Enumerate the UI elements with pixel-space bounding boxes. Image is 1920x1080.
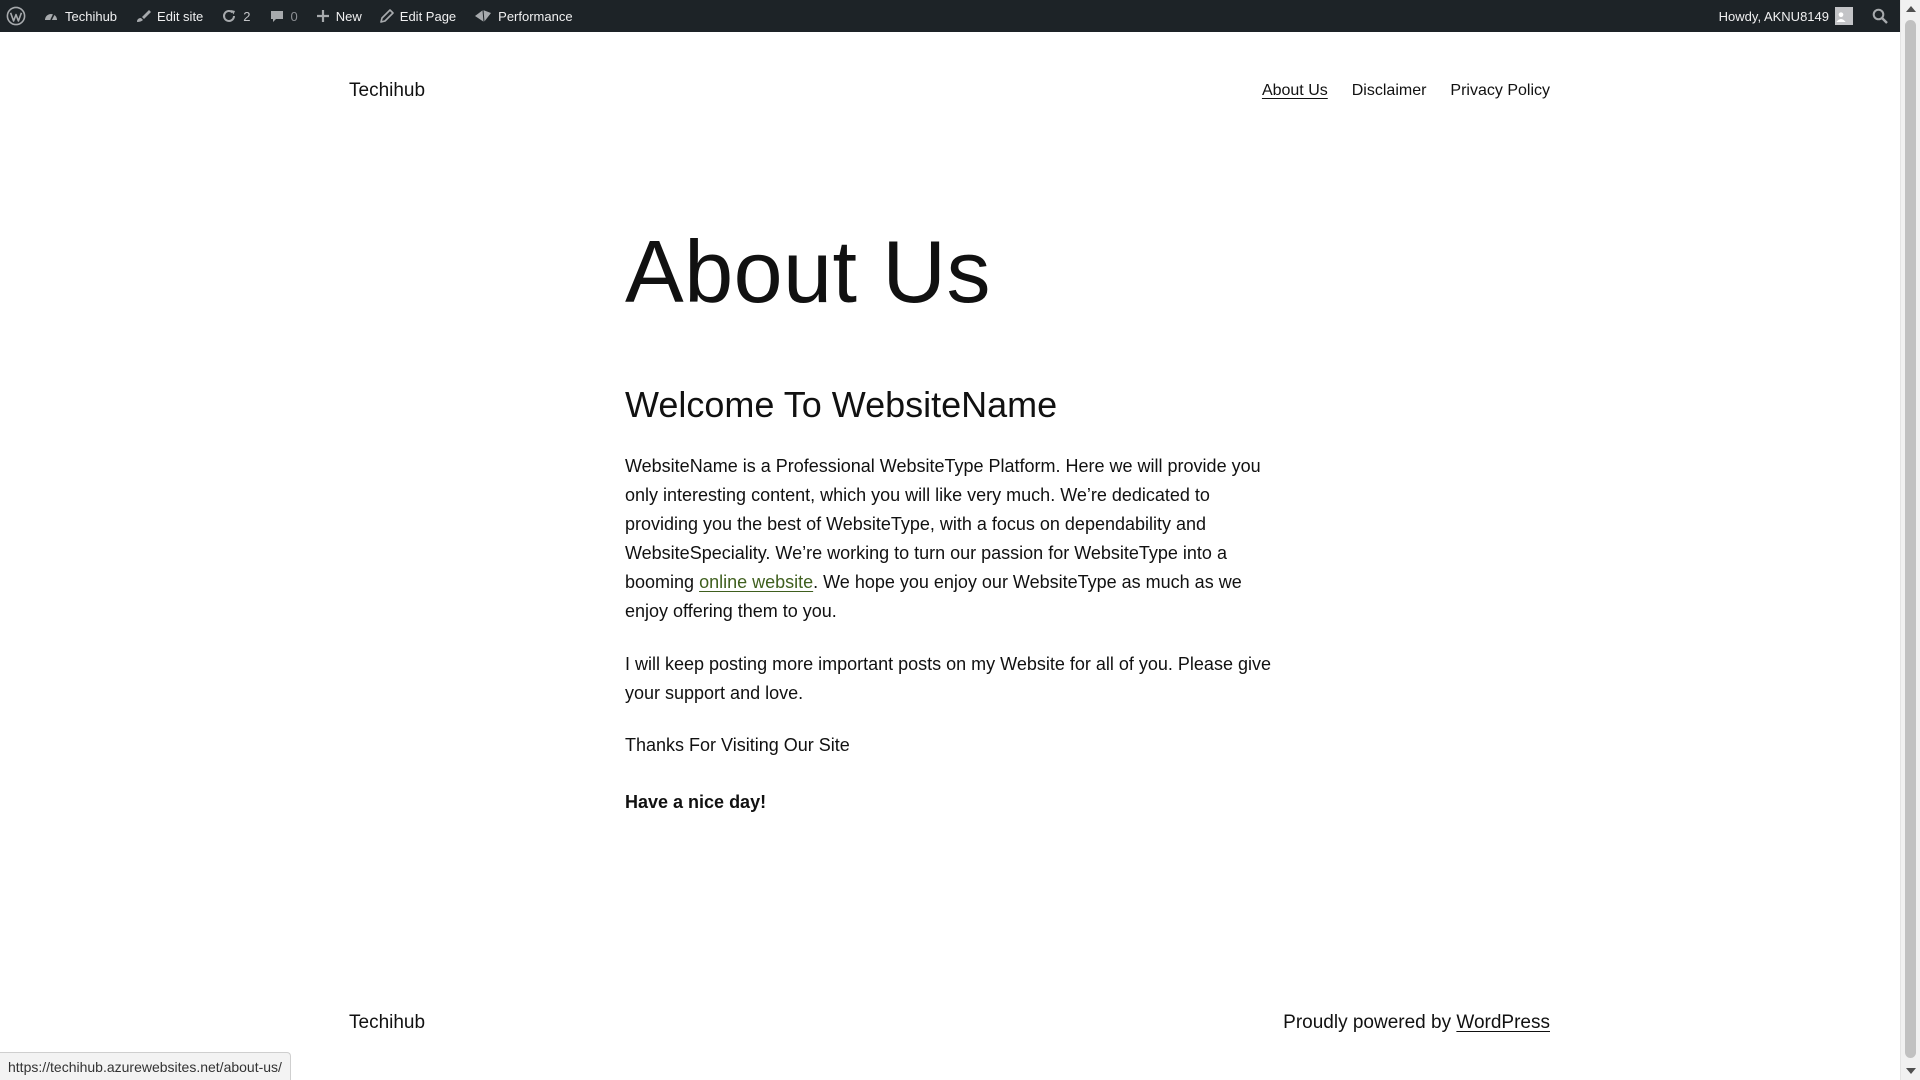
footer-credit: Proudly powered by WordPress (1283, 1012, 1550, 1034)
admin-bar: Techihub Edit site 2 0 New Edit Page Per… (0, 0, 1900, 32)
nav-item-about-us[interactable]: About Us (1262, 82, 1328, 100)
site-name-menu[interactable]: Techihub (34, 0, 126, 32)
scroll-down-arrow-icon[interactable] (1901, 1062, 1920, 1080)
welcome-heading: Welcome To WebsiteName (625, 384, 1058, 425)
edit-page-label: Edit Page (399, 8, 457, 24)
nice-day-paragraph: Have a nice day! (625, 792, 767, 812)
intro-paragraph: WebsiteName is a Professional WebsiteTyp… (625, 452, 1275, 626)
thanks-paragraph: Thanks For Visiting Our Site (625, 735, 850, 755)
page-title: About Us (625, 222, 991, 321)
scrollbar-thumb[interactable] (1905, 20, 1916, 1058)
comments-count: 0 (290, 8, 298, 24)
brush-icon (137, 10, 152, 22)
dashboard-icon (45, 13, 57, 21)
edit-page-button[interactable]: Edit Page (371, 0, 465, 32)
wordpress-logo-icon (6, 6, 26, 26)
new-label: New (335, 8, 362, 24)
updates-count: 2 (243, 8, 251, 24)
status-url-tooltip: https://techihub.azurewebsites.net/about… (0, 1052, 291, 1080)
performance-button[interactable]: Performance (465, 0, 581, 32)
page-scrollbar[interactable] (1900, 0, 1920, 1080)
account-menu[interactable]: Howdy, AKNU8149 (1710, 0, 1862, 32)
updates-button[interactable]: 2 (212, 0, 259, 32)
comment-icon (270, 11, 283, 22)
nav-item-disclaimer[interactable]: Disclaimer (1352, 82, 1427, 100)
plus-icon (316, 10, 329, 22)
support-paragraph: I will keep posting more important posts… (625, 654, 1271, 703)
admin-bar-right: Howdy, AKNU8149 (1710, 0, 1900, 32)
site-name-label: Techihub (65, 8, 118, 24)
footer-credit-prefix: Proudly powered by (1283, 1012, 1457, 1033)
performance-label: Performance (498, 8, 573, 24)
comments-button[interactable]: 0 (260, 0, 307, 32)
pencil-icon (379, 9, 394, 23)
wordpress-menu[interactable] (0, 0, 34, 32)
scroll-up-arrow-icon[interactable] (1901, 0, 1920, 18)
performance-icon (475, 9, 492, 23)
search-button[interactable] (1862, 0, 1900, 32)
footer-site-title-link[interactable]: Techihub (349, 1012, 425, 1034)
site-title-link[interactable]: Techihub (349, 80, 425, 102)
edit-site-button[interactable]: Edit site (126, 0, 212, 32)
search-icon (1872, 8, 1888, 24)
howdy-label: Howdy, AKNU8149 (1718, 8, 1829, 24)
edit-site-label: Edit site (157, 8, 204, 24)
online-website-link[interactable]: online website (699, 572, 813, 592)
wordpress-link[interactable]: WordPress (1456, 1012, 1550, 1033)
avatar-icon (1835, 7, 1853, 25)
updates-icon (223, 9, 236, 22)
admin-bar-left: Techihub Edit site 2 0 New Edit Page Per… (0, 0, 582, 32)
nav-item-privacy-policy[interactable]: Privacy Policy (1450, 82, 1550, 100)
primary-nav: About Us Disclaimer Privacy Policy (1262, 82, 1550, 100)
new-content-button[interactable]: New (307, 0, 371, 32)
